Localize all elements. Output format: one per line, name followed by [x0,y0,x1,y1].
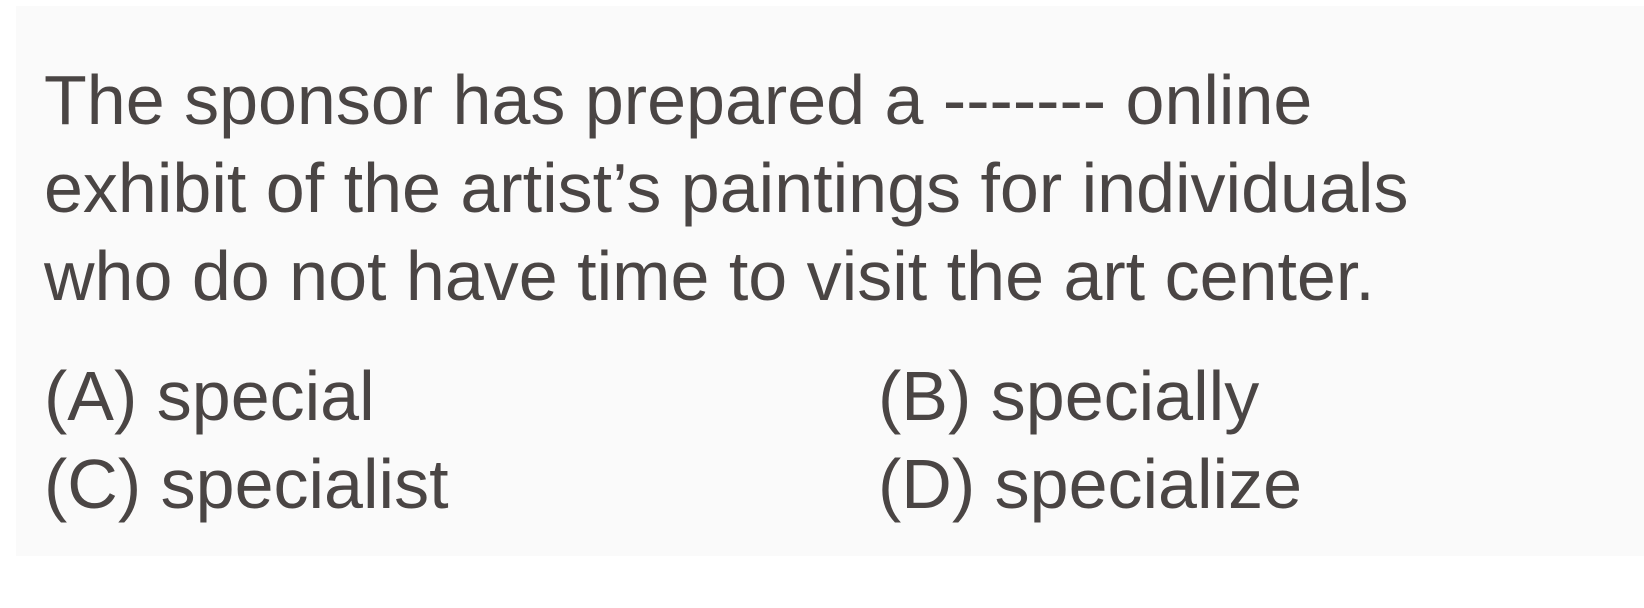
option-b[interactable]: (B) specially [878,352,1259,440]
option-d-letter: (D) [878,445,976,523]
question-text: The sponsor has prepared a ------- onlin… [44,56,1634,320]
question-line-1: The sponsor has prepared a ------- onlin… [44,61,1313,139]
option-b-text: specially [990,357,1260,435]
option-c-text: specialist [160,445,449,523]
option-c-letter: (C) [44,445,142,523]
options-row-1: (A) special (B) specially [44,352,1634,440]
option-a[interactable]: (A) special [44,352,375,440]
question-line-3: who do not have time to visit the art ce… [44,237,1375,315]
option-b-letter: (B) [878,357,972,435]
option-d-text: specialize [994,445,1303,523]
question-line-2: exhibit of the artist’s paintings for in… [44,149,1409,227]
option-a-letter: (A) [44,357,138,435]
option-d[interactable]: (D) specialize [878,440,1302,528]
option-a-text: special [156,357,375,435]
answer-options: (A) special (B) specially (C) specialist… [44,352,1634,528]
option-c[interactable]: (C) specialist [44,440,449,528]
options-row-2: (C) specialist (D) specialize [44,440,1634,528]
